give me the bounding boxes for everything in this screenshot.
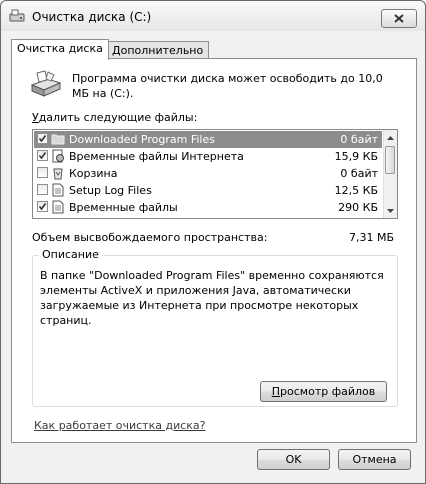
file-size: 290 КБ — [338, 201, 378, 214]
file-checkbox[interactable] — [37, 201, 48, 212]
file-name: Корзина — [69, 167, 118, 180]
list-item[interactable]: Корзина 0 байт — [34, 165, 382, 182]
scroll-down-button[interactable] — [384, 204, 397, 217]
title-bar[interactable]: Очистка диска (C:) — [1, 1, 425, 31]
document-icon — [52, 200, 64, 214]
space-freed-value: 7,31 МБ — [348, 231, 394, 244]
internet-files-icon — [52, 149, 64, 163]
file-name: Временные файлы — [69, 201, 178, 214]
folder-icon — [51, 134, 65, 145]
files-list[interactable]: Downloaded Program Files 0 байт Временны… — [32, 129, 398, 219]
list-item[interactable]: Временные файлы Интернета 15,9 КБ — [34, 148, 382, 165]
files-list-scrollbar[interactable] — [383, 130, 397, 218]
file-size: 0 байт — [340, 167, 378, 180]
arrow-up-icon — [387, 135, 394, 140]
list-item[interactable]: Временные файлы 290 КБ — [34, 199, 382, 216]
file-size: 12,5 КБ — [334, 184, 378, 197]
tab-advanced[interactable]: Дополнительно — [106, 41, 210, 58]
disk-cleanup-large-icon — [30, 70, 62, 97]
checkmark-icon — [38, 203, 47, 211]
help-link[interactable]: Как работает очистка диска? — [34, 419, 206, 432]
tab-disk-cleanup[interactable]: Очистка диска — [11, 39, 109, 60]
file-name: Временные файлы Интернета — [69, 150, 244, 163]
file-checkbox[interactable] — [37, 133, 48, 144]
description-text: В папке "Downloaded Program Files" време… — [40, 269, 384, 327]
list-item[interactable]: Downloaded Program Files 0 байт — [34, 131, 382, 148]
recycle-bin-icon — [53, 168, 63, 180]
file-size: 0 байт — [340, 133, 378, 146]
close-button[interactable] — [381, 9, 417, 28]
view-files-text: росмотр файлов — [280, 385, 376, 398]
files-to-delete-label: Удалить следующие файлы: — [32, 111, 197, 124]
disk-cleanup-icon — [9, 9, 25, 22]
list-item[interactable]: Setup Log Files 12,5 КБ — [34, 182, 382, 199]
intro-text: Программа очистки диска может освободить… — [72, 72, 383, 100]
cancel-button[interactable]: Отмена — [338, 449, 411, 470]
file-size: 15,9 КБ — [334, 150, 378, 163]
file-name: Setup Log Files — [69, 184, 152, 197]
space-freed-label: Объем высвобождаемого пространства: — [32, 231, 268, 244]
checkmark-icon — [38, 135, 47, 143]
arrow-down-icon — [387, 208, 394, 213]
view-files-accel: П — [271, 385, 281, 398]
file-checkbox[interactable] — [37, 184, 48, 195]
description-legend: Описание — [39, 248, 102, 261]
tab-panel: Программа очистки диска может освободить… — [11, 58, 417, 443]
ok-button[interactable]: OK — [257, 449, 330, 470]
files-to-delete-accel: У — [32, 111, 39, 124]
file-name: Downloaded Program Files — [69, 133, 215, 146]
files-to-delete-text: далить следующие файлы: — [38, 111, 198, 124]
scroll-up-button[interactable] — [384, 131, 397, 144]
file-checkbox[interactable] — [37, 150, 48, 161]
document-icon — [52, 183, 64, 197]
view-files-button[interactable]: Просмотр файлов — [260, 381, 387, 402]
window-title: Очистка диска (C:) — [32, 10, 152, 24]
checkmark-icon — [38, 152, 47, 160]
file-checkbox[interactable] — [37, 167, 48, 178]
disk-cleanup-window: Очистка диска (C:) Очистка диска Дополни… — [0, 0, 426, 484]
close-icon — [394, 14, 404, 23]
scroll-thumb[interactable] — [385, 146, 395, 174]
